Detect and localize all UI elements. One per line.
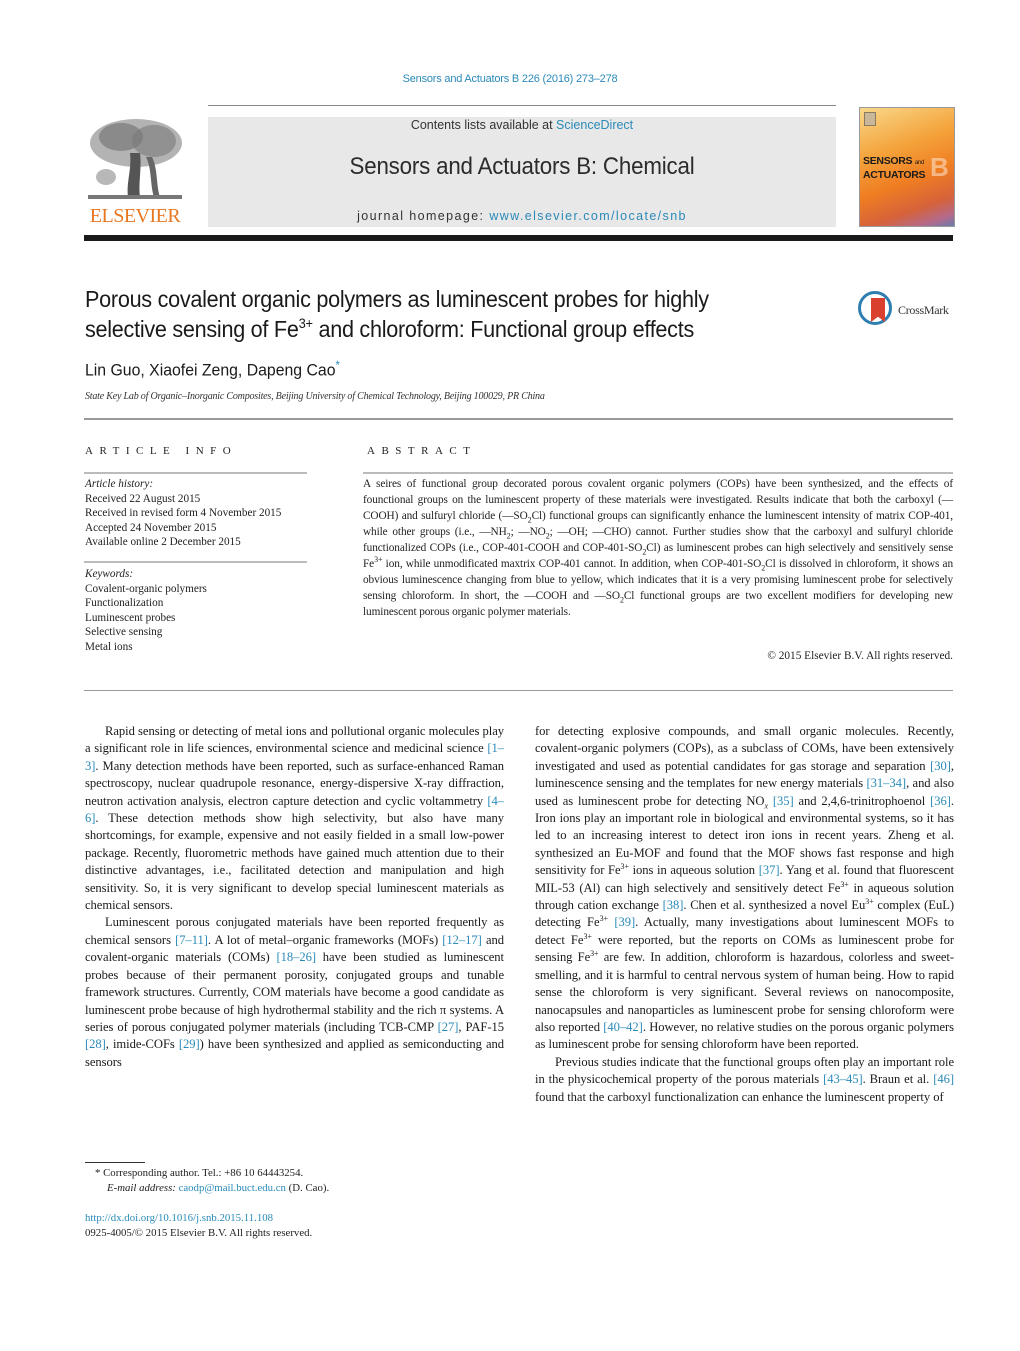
elsevier-wordmark: ELSEVIER [89, 205, 181, 227]
history-item: Received in revised form 4 November 2015 [85, 507, 282, 519]
contents-prefix: Contents lists available at [410, 118, 557, 132]
reference-link[interactable]: [27] [438, 1020, 459, 1034]
article-info-rule [84, 472, 307, 474]
header-thick-rule [84, 235, 953, 241]
cover-title: SENSORS and ACTUATORS [863, 155, 926, 181]
sciencedirect-link[interactable]: ScienceDirect [556, 118, 633, 132]
doi-block: http://dx.doi.org/10.1016/j.snb.2015.11.… [85, 1211, 312, 1241]
article-title: Porous covalent organic polymers as lumi… [85, 284, 766, 344]
history-item: Accepted 24 November 2015 [85, 521, 217, 534]
title-superscript: 3+ [298, 315, 313, 332]
journal-homepage: journal homepage: www.elsevier.com/locat… [208, 209, 836, 223]
crossmark-ribbon-icon [871, 298, 885, 322]
abstract-copyright: © 2015 Elsevier B.V. All rights reserved… [767, 650, 953, 662]
homepage-link[interactable]: www.elsevier.com/locate/snb [489, 209, 687, 223]
cover-elsevier-badge-icon [864, 112, 876, 126]
abstract-rule [363, 472, 953, 474]
title-text-2: and chloroform: Functional group effects [312, 316, 694, 342]
paragraph-4: Previous studies indicate that the funct… [535, 1054, 954, 1104]
journal-banner: Contents lists available at ScienceDirec… [208, 117, 836, 227]
keyword-item: Metal ions [85, 640, 133, 653]
keyword-item: Functionalization [85, 597, 164, 609]
paragraph-1: Rapid sensing or detecting of metal ions… [85, 724, 504, 913]
history-item: Received 22 August 2015 [85, 492, 201, 505]
crossmark-label: CrossMark [898, 303, 949, 317]
elsevier-tree-icon [86, 117, 184, 201]
journal-cover[interactable]: SENSORS and ACTUATORS B [859, 107, 955, 227]
reference-link[interactable]: [29] [179, 1037, 200, 1051]
footnote: * Corresponding author. Tel.: +86 10 644… [85, 1166, 329, 1196]
paragraph-2: Luminescent porous conjugated materials … [85, 915, 504, 1069]
reference-link[interactable]: [12–17] [442, 933, 482, 947]
keywords-label: Keywords: [85, 568, 134, 580]
journal-title: Sensors and Actuators B: Chemical [349, 153, 695, 180]
reference-link[interactable]: [36] [930, 794, 951, 808]
keyword-item: Selective sensing [85, 626, 163, 638]
authors-text: Lin Guo, Xiaofei Zeng, Dapeng Cao [85, 360, 336, 380]
keyword-item: Luminescent probes [85, 611, 176, 624]
cover-letter: B [930, 152, 949, 182]
email-line: E-mail address: caodp@mail.buct.edu.cn (… [107, 1182, 330, 1194]
keyword-item: Covalent-organic polymers [85, 582, 207, 595]
reference-link[interactable]: [43–45] [823, 1072, 863, 1086]
email-link[interactable]: caodp@mail.buct.edu.cn [179, 1182, 286, 1194]
reference-link[interactable]: [18–26] [276, 950, 316, 964]
corresponding-author-note: * Corresponding author. Tel.: +86 10 644… [95, 1167, 304, 1179]
article-info-heading: ARTICLE INFO [85, 445, 238, 457]
body-column-right: for detecting explosive compounds, and s… [535, 723, 954, 1106]
reference-link[interactable]: [39] [614, 915, 635, 929]
abstract-divider [84, 690, 953, 691]
keywords: Keywords: Covalent-organic polymers Func… [85, 567, 207, 654]
homepage-prefix: journal homepage: [357, 209, 490, 223]
cover-title-and: and [914, 160, 924, 166]
cover-title-line2: ACTUATORS [863, 169, 926, 181]
keywords-rule [84, 561, 307, 563]
body-column-left: Rapid sensing or detecting of metal ions… [85, 723, 504, 1071]
contents-availability: Contents lists available at ScienceDirec… [208, 118, 836, 132]
issn-copyright: 0925-4005/© 2015 Elsevier B.V. All right… [85, 1227, 313, 1239]
corresponding-author-marker[interactable]: * [335, 358, 339, 372]
reference-link[interactable]: [31–34] [867, 776, 907, 790]
reference-link[interactable]: [38] [663, 898, 684, 912]
article-history-label: Article history: [85, 478, 154, 490]
reference-link[interactable]: [46] [933, 1072, 954, 1086]
cover-title-line1: SENSORS [863, 155, 913, 167]
header-top-rule [208, 105, 836, 106]
crossmark-icon [858, 291, 892, 325]
reference-link[interactable]: [7–11] [175, 933, 208, 947]
history-item: Available online 2 December 2015 [85, 536, 241, 548]
reference-link[interactable]: [30] [930, 759, 951, 773]
footnote-rule [85, 1162, 145, 1163]
journal-citation[interactable]: Sensors and Actuators B 226 (2016) 273–2… [0, 73, 1020, 85]
title-divider [84, 418, 953, 420]
elsevier-logo[interactable]: ELSEVIER [84, 117, 186, 227]
reference-link[interactable]: [35] [773, 794, 794, 808]
article-history: Article history: Received 22 August 2015… [85, 477, 281, 550]
author-list: Lin Guo, Xiaofei Zeng, Dapeng Cao* [85, 358, 340, 381]
reference-link[interactable]: [28] [85, 1037, 106, 1051]
paragraph-3: for detecting explosive compounds, and s… [535, 724, 955, 1052]
abstract-text: A seires of functional group decorated p… [363, 478, 954, 618]
crossmark-button[interactable]: CrossMark [858, 291, 958, 329]
reference-link[interactable]: [40–42] [603, 1020, 643, 1034]
reference-link[interactable]: [37] [759, 863, 780, 877]
abstract-heading: ABSTRACT [367, 445, 477, 457]
doi-link[interactable]: http://dx.doi.org/10.1016/j.snb.2015.11.… [85, 1212, 273, 1224]
affiliation: State Key Lab of Organic–Inorganic Compo… [85, 391, 545, 402]
